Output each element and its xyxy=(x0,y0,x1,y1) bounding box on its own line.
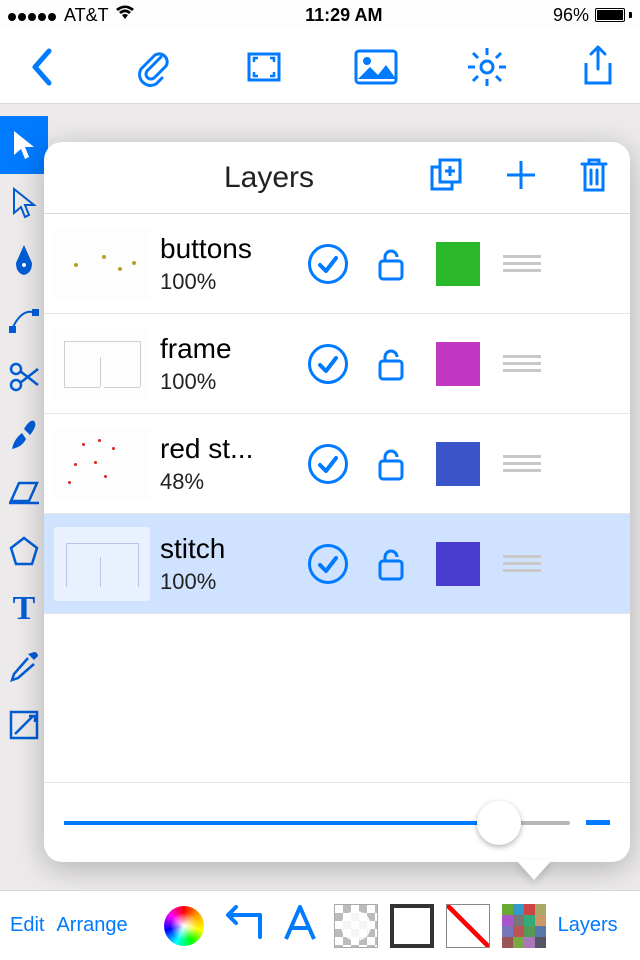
duplicate-layer-button[interactable] xyxy=(428,157,464,198)
layer-row[interactable]: buttons 100% xyxy=(44,214,630,314)
opacity-slider-row xyxy=(44,782,630,862)
layer-opacity: 48% xyxy=(160,469,290,495)
slider-thumb[interactable] xyxy=(477,801,521,845)
undo-button[interactable] xyxy=(216,903,266,949)
scissors-tool[interactable] xyxy=(0,348,48,406)
text-tool[interactable]: T xyxy=(0,580,48,638)
layer-color-swatch[interactable] xyxy=(436,242,480,286)
arrange-button[interactable]: Arrange xyxy=(56,914,127,937)
layers-button[interactable]: Layers xyxy=(558,914,618,937)
lock-toggle[interactable] xyxy=(374,347,408,381)
battery-percent: 96% xyxy=(553,5,589,26)
status-bar: AT&T 11:29 AM 96% xyxy=(0,0,640,30)
attach-button[interactable] xyxy=(121,47,185,87)
add-layer-button[interactable] xyxy=(504,158,538,197)
layer-name: buttons xyxy=(160,233,290,265)
opacity-slider[interactable] xyxy=(64,821,570,825)
image-button[interactable] xyxy=(344,49,408,85)
layer-name: frame xyxy=(160,333,290,365)
opacity-swatch-button[interactable] xyxy=(334,904,378,948)
eyedropper-tool[interactable] xyxy=(0,638,48,696)
fill-swatch-button[interactable] xyxy=(446,904,490,948)
lock-toggle[interactable] xyxy=(374,547,408,581)
layer-opacity: 100% xyxy=(160,569,290,595)
layer-thumbnail xyxy=(54,427,150,501)
layer-color-swatch[interactable] xyxy=(436,342,480,386)
settings-button[interactable] xyxy=(455,46,519,88)
visibility-toggle[interactable] xyxy=(308,244,348,284)
carrier-label: AT&T xyxy=(64,5,109,26)
layer-row[interactable]: stitch 100% xyxy=(44,514,630,614)
drag-handle-icon[interactable] xyxy=(500,255,544,272)
drag-handle-icon[interactable] xyxy=(500,355,544,372)
layers-popover: Layers buttons 100% xyxy=(44,142,630,862)
layer-row[interactable]: red st... 48% xyxy=(44,414,630,514)
minus-icon[interactable] xyxy=(586,820,610,825)
visibility-toggle[interactable] xyxy=(308,444,348,484)
lock-toggle[interactable] xyxy=(374,247,408,281)
layer-name: red st... xyxy=(160,433,290,465)
text-style-button[interactable] xyxy=(278,901,322,951)
pointer-tool[interactable] xyxy=(0,116,48,174)
wifi-icon xyxy=(115,5,135,26)
signal-dots-icon xyxy=(8,5,58,26)
popover-header: Layers xyxy=(44,142,630,214)
popover-title: Layers xyxy=(224,161,314,195)
clock: 11:29 AM xyxy=(305,5,382,26)
layer-thumbnail xyxy=(54,527,150,601)
layer-opacity: 100% xyxy=(160,269,290,295)
fullscreen-button[interactable] xyxy=(232,47,296,87)
layer-opacity: 100% xyxy=(160,369,290,395)
layer-thumbnail xyxy=(54,327,150,401)
palette-button[interactable] xyxy=(502,904,546,948)
drag-handle-icon[interactable] xyxy=(500,555,544,572)
battery-icon xyxy=(595,8,632,22)
lock-toggle[interactable] xyxy=(374,447,408,481)
share-button[interactable] xyxy=(566,45,630,89)
color-wheel-button[interactable] xyxy=(164,906,204,946)
layer-color-swatch[interactable] xyxy=(436,542,480,586)
layer-color-swatch[interactable] xyxy=(436,442,480,486)
direct-select-tool[interactable] xyxy=(0,174,48,232)
visibility-toggle[interactable] xyxy=(308,344,348,384)
top-toolbar xyxy=(0,30,640,104)
stroke-swatch-button[interactable] xyxy=(390,904,434,948)
shape-tool[interactable] xyxy=(0,522,48,580)
side-tool-strip: T xyxy=(0,116,48,754)
edit-button[interactable]: Edit xyxy=(10,914,44,937)
bottom-toolbar: Edit Arrange Layers xyxy=(0,890,640,960)
transform-tool[interactable] xyxy=(0,696,48,754)
visibility-toggle[interactable] xyxy=(308,544,348,584)
layer-name: stitch xyxy=(160,533,290,565)
drag-handle-icon[interactable] xyxy=(500,455,544,472)
delete-layer-button[interactable] xyxy=(578,156,610,199)
node-tool[interactable] xyxy=(0,290,48,348)
back-button[interactable] xyxy=(10,47,74,87)
layer-thumbnail xyxy=(54,227,150,301)
brush-tool[interactable] xyxy=(0,406,48,464)
eraser-tool[interactable] xyxy=(0,464,48,522)
layer-row[interactable]: frame 100% xyxy=(44,314,630,414)
pen-tool[interactable] xyxy=(0,232,48,290)
